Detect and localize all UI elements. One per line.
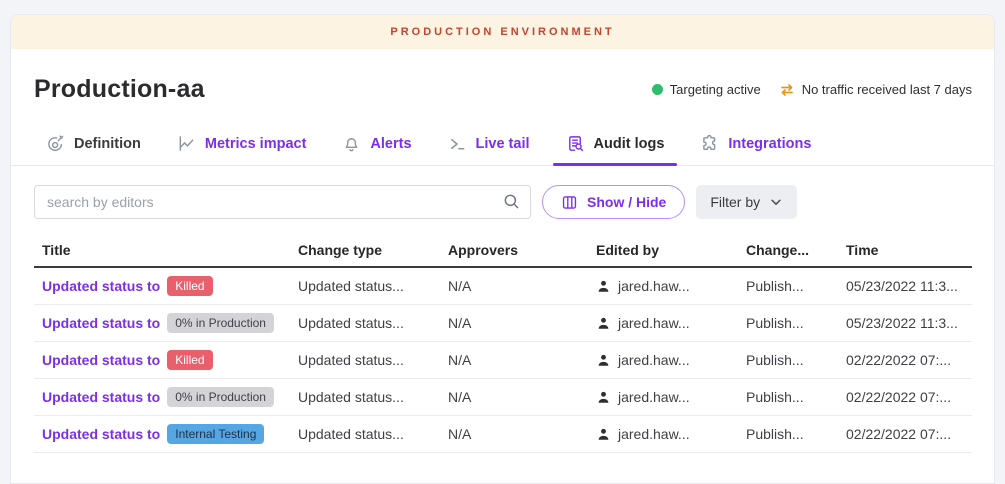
tab-live-tail[interactable]: Live tail xyxy=(435,122,543,165)
approvers-cell: N/A xyxy=(440,426,588,442)
tab-label: Definition xyxy=(74,136,141,152)
green-dot-icon xyxy=(652,84,663,95)
tab-label: Integrations xyxy=(728,136,811,152)
row-title-link[interactable]: Updated status to xyxy=(42,278,160,294)
table-row[interactable]: Updated status to Killed Updated status.… xyxy=(34,342,972,379)
tab-label: Live tail xyxy=(476,136,530,152)
tab-audit-logs[interactable]: Audit logs xyxy=(553,122,678,165)
person-icon xyxy=(596,390,611,405)
show-hide-label: Show / Hide xyxy=(587,194,666,210)
time-cell: 05/23/2022 11:3... xyxy=(838,278,972,294)
column-header-time[interactable]: Time xyxy=(838,242,972,258)
person-icon xyxy=(596,316,611,331)
status-badge: Killed xyxy=(167,350,212,370)
traffic-status-label: No traffic received last 7 days xyxy=(802,82,972,97)
time-cell: 05/23/2022 11:3... xyxy=(838,315,972,331)
change-cell: Publish... xyxy=(738,278,838,294)
target-pencil-icon xyxy=(46,134,65,153)
puzzle-icon xyxy=(700,134,719,153)
table-row[interactable]: Updated status to Internal Testing Updat… xyxy=(34,416,972,453)
traffic-status: No traffic received last 7 days xyxy=(779,82,972,98)
search-input[interactable] xyxy=(34,185,531,219)
change-type-cell: Updated status... xyxy=(290,278,440,294)
tab-metrics-impact[interactable]: Metrics impact xyxy=(164,122,320,165)
change-type-cell: Updated status... xyxy=(290,426,440,442)
line-chart-icon xyxy=(177,134,196,153)
filter-by-label: Filter by xyxy=(710,194,760,210)
banner-label: PRODUCTION ENVIRONMENT xyxy=(390,26,614,38)
row-title-link[interactable]: Updated status to xyxy=(42,389,160,405)
chevron-down-icon xyxy=(769,195,783,209)
edited-by-cell: jared.haw... xyxy=(618,389,690,405)
time-cell: 02/22/2022 07:... xyxy=(838,352,972,368)
edited-by-cell: jared.haw... xyxy=(618,352,690,368)
approvers-cell: N/A xyxy=(440,278,588,294)
edited-by-cell: jared.haw... xyxy=(618,278,690,294)
tab-label: Alerts xyxy=(370,136,411,152)
change-cell: Publish... xyxy=(738,389,838,405)
time-cell: 02/22/2022 07:... xyxy=(838,389,972,405)
tab-alerts[interactable]: Alerts xyxy=(329,122,424,165)
column-header-approvers[interactable]: Approvers xyxy=(440,242,588,258)
table-row[interactable]: Updated status to 0% in Production Updat… xyxy=(34,305,972,342)
table-row[interactable]: Updated status to Killed Updated status.… xyxy=(34,268,972,305)
change-cell: Publish... xyxy=(738,426,838,442)
tab-label: Metrics impact xyxy=(205,136,307,152)
status-badge: 0% in Production xyxy=(167,313,274,333)
toolbar: Show / Hide Filter by xyxy=(11,166,994,233)
page-title: Production-aa xyxy=(34,75,205,104)
column-header-change-type[interactable]: Change type xyxy=(290,242,440,258)
status-badge: Internal Testing xyxy=(167,424,264,444)
row-title-link[interactable]: Updated status to xyxy=(42,352,160,368)
change-type-cell: Updated status... xyxy=(290,389,440,405)
show-hide-button[interactable]: Show / Hide xyxy=(542,185,685,219)
edited-by-cell: jared.haw... xyxy=(618,315,690,331)
audit-log-icon xyxy=(566,134,585,153)
terminal-icon xyxy=(448,134,467,153)
row-title-link[interactable]: Updated status to xyxy=(42,426,160,442)
tab-bar: Definition Metrics impact Alerts xyxy=(11,122,994,166)
traffic-arrows-icon xyxy=(779,82,795,98)
status-badge: 0% in Production xyxy=(167,387,274,407)
bell-icon xyxy=(342,134,361,153)
change-cell: Publish... xyxy=(738,315,838,331)
status-badge: Killed xyxy=(167,276,212,296)
row-title-link[interactable]: Updated status to xyxy=(42,315,160,331)
table-header-row: Title Change type Approvers Edited by Ch… xyxy=(34,233,972,268)
approvers-cell: N/A xyxy=(440,352,588,368)
person-icon xyxy=(596,353,611,368)
approvers-cell: N/A xyxy=(440,389,588,405)
production-environment-banner: PRODUCTION ENVIRONMENT xyxy=(11,15,994,49)
column-header-edited-by[interactable]: Edited by xyxy=(588,242,738,258)
audit-log-table: Title Change type Approvers Edited by Ch… xyxy=(11,233,994,453)
targeting-status: Targeting active xyxy=(652,82,761,97)
filter-by-button[interactable]: Filter by xyxy=(696,185,797,219)
column-header-change[interactable]: Change... xyxy=(738,242,838,258)
page-header: Production-aa Targeting active No traffi… xyxy=(11,49,994,122)
search-icon xyxy=(502,192,521,216)
time-cell: 02/22/2022 07:... xyxy=(838,426,972,442)
approvers-cell: N/A xyxy=(440,315,588,331)
change-cell: Publish... xyxy=(738,352,838,368)
tab-label: Audit logs xyxy=(594,136,665,152)
change-type-cell: Updated status... xyxy=(290,352,440,368)
change-type-cell: Updated status... xyxy=(290,315,440,331)
tab-definition[interactable]: Definition xyxy=(33,122,154,165)
table-row[interactable]: Updated status to 0% in Production Updat… xyxy=(34,379,972,416)
person-icon xyxy=(596,427,611,442)
environment-card: PRODUCTION ENVIRONMENT Production-aa Tar… xyxy=(10,14,995,484)
tab-integrations[interactable]: Integrations xyxy=(687,122,824,165)
column-header-title[interactable]: Title xyxy=(34,242,290,258)
edited-by-cell: jared.haw... xyxy=(618,426,690,442)
person-icon xyxy=(596,279,611,294)
targeting-status-label: Targeting active xyxy=(670,82,761,97)
columns-icon xyxy=(561,194,578,211)
